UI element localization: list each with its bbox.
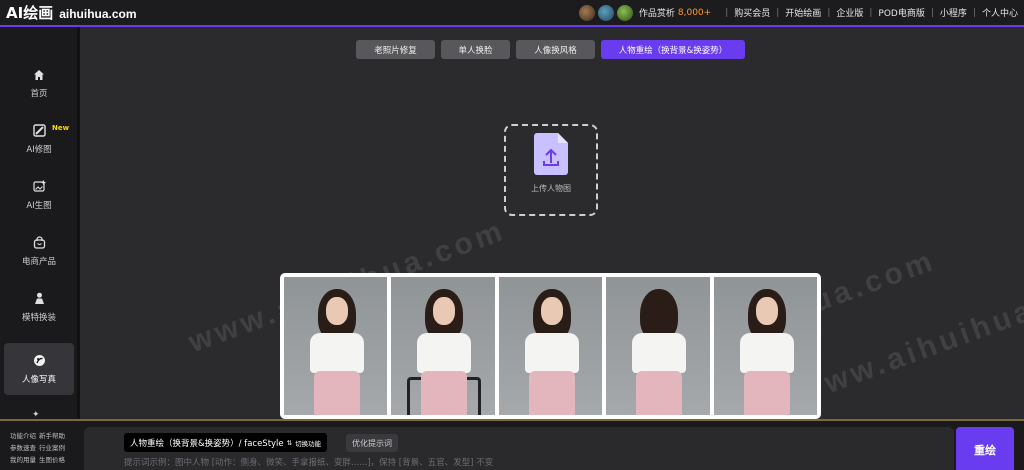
avatar[interactable] bbox=[578, 4, 595, 21]
edit-image-icon bbox=[32, 124, 46, 138]
prompt-bar: 功能介绍 新手帮助 参数速查 行业案例 我的用量 生图价格 人物重绘（换背景&换… bbox=[0, 419, 1024, 470]
mode-switch-label: 切换功能 bbox=[295, 439, 322, 448]
example-photo bbox=[498, 277, 603, 415]
feature-tabs: 老照片修复 单人换脸 人像换风格 人物重绘（换背景&换姿势） bbox=[356, 40, 745, 59]
nav-enterprise[interactable]: 企业版 bbox=[836, 6, 863, 19]
tab-portrait-style[interactable]: 人像换风格 bbox=[516, 40, 595, 59]
link-cases[interactable]: 行业案例 bbox=[39, 442, 65, 452]
switch-icon: ⇅ bbox=[286, 438, 293, 447]
divider: | bbox=[725, 7, 729, 18]
works-count: 8,000+ bbox=[677, 7, 712, 18]
example-photo bbox=[713, 277, 818, 415]
watermark: www.aihuihua.com bbox=[794, 263, 1024, 410]
example-photo bbox=[606, 277, 710, 415]
tab-old-photo-restore[interactable]: 老照片修复 bbox=[356, 40, 435, 59]
sidebar-item-label: 首页 bbox=[30, 88, 48, 99]
divider: | bbox=[776, 7, 780, 18]
top-bar: AI绘画 aihuihua.com 作品赏析 8,000+ | 购买会员 | 开… bbox=[0, 0, 1024, 27]
tab-face-swap[interactable]: 单人换脸 bbox=[441, 40, 510, 59]
help-links: 功能介绍 新手帮助 参数速查 行业案例 我的用量 生图价格 bbox=[10, 430, 80, 464]
redraw-button[interactable]: 重绘 bbox=[956, 427, 1014, 470]
divider: | bbox=[869, 7, 873, 18]
sidebar-item-home[interactable]: 首页 bbox=[4, 57, 74, 109]
home-icon bbox=[32, 68, 46, 82]
divider: | bbox=[930, 7, 934, 18]
shopping-bag-icon bbox=[32, 236, 46, 250]
sidebar-item-ecommerce[interactable]: 电商产品 bbox=[4, 225, 74, 277]
works-gallery-link[interactable]: 作品赏析 bbox=[639, 6, 675, 19]
new-badge: New bbox=[52, 124, 70, 132]
tab-person-redraw[interactable]: 人物重绘（换背景&换姿势） bbox=[601, 40, 745, 59]
sidebar-item-label: 电商产品 bbox=[21, 256, 56, 267]
sidebar-item-label: 人像写真 bbox=[21, 374, 56, 385]
link-params[interactable]: 参数速查 bbox=[10, 442, 36, 452]
upload-label: 上传人物图 bbox=[531, 184, 571, 193]
mode-selector[interactable]: 人物重绘（换背景&换姿势）/ faceStyle ⇅ 切换功能 bbox=[124, 433, 328, 452]
sidebar-item-portrait[interactable]: 人像写真 bbox=[4, 343, 74, 395]
top-nav: 作品赏析 8,000+ | 购买会员 | 开始绘画 | 企业版 | POD电商版… bbox=[576, 0, 1018, 25]
nav-user-center[interactable]: 个人中心 bbox=[982, 6, 1018, 19]
model-icon bbox=[32, 292, 46, 306]
example-photo bbox=[391, 277, 495, 415]
logo-domain: aihuihua.com bbox=[59, 7, 137, 21]
sidebar-item-label: AI生图 bbox=[26, 200, 52, 211]
optimize-prompt-button[interactable]: 优化提示词 bbox=[346, 434, 398, 452]
avatar[interactable] bbox=[616, 4, 633, 21]
sidebar-item-label: AI修图 bbox=[26, 144, 52, 155]
divider: | bbox=[972, 7, 976, 18]
nav-buy-membership[interactable]: 购买会员 bbox=[734, 6, 770, 19]
divider: | bbox=[827, 7, 831, 18]
example-photo bbox=[284, 277, 388, 415]
sidebar-item-model-outfit[interactable]: 模特换装 bbox=[4, 281, 74, 333]
link-my-usage[interactable]: 我的用量 bbox=[10, 454, 36, 464]
example-gallery bbox=[280, 273, 821, 419]
sidebar-item-ai-generate[interactable]: AI生图 bbox=[4, 169, 74, 221]
mode-label: 人物重绘（换背景&换姿势）/ faceStyle bbox=[130, 438, 284, 449]
link-features[interactable]: 功能介绍 bbox=[10, 430, 36, 440]
site-logo[interactable]: AI绘画 aihuihua.com bbox=[0, 2, 137, 23]
nav-pod-ecommerce[interactable]: POD电商版 bbox=[878, 6, 924, 19]
avatar-group bbox=[576, 4, 633, 21]
upload-file-icon bbox=[534, 133, 568, 179]
avatar[interactable] bbox=[597, 4, 614, 21]
image-add-icon bbox=[32, 180, 46, 194]
link-pricing[interactable]: 生图价格 bbox=[39, 454, 65, 464]
sidebar: 首页 AI修图 New AI生图 电商产品 模特换装 人像写真 bbox=[0, 27, 80, 419]
nav-mini-program[interactable]: 小程序 bbox=[940, 6, 967, 19]
upload-person-image[interactable]: 上传人物图 bbox=[504, 124, 598, 216]
prompt-area: 人物重绘（换背景&换姿势）/ faceStyle ⇅ 切换功能 优化提示词 bbox=[84, 427, 954, 470]
sidebar-item-label: 模特换装 bbox=[21, 312, 56, 323]
portrait-icon bbox=[32, 354, 46, 368]
link-beginner-help[interactable]: 新手帮助 bbox=[39, 430, 65, 440]
sidebar-item-ai-retouch[interactable]: AI修图 New bbox=[4, 113, 74, 165]
logo-text: AI绘画 bbox=[6, 4, 54, 22]
nav-start-drawing[interactable]: 开始绘画 bbox=[785, 6, 821, 19]
prompt-input[interactable] bbox=[124, 456, 904, 470]
